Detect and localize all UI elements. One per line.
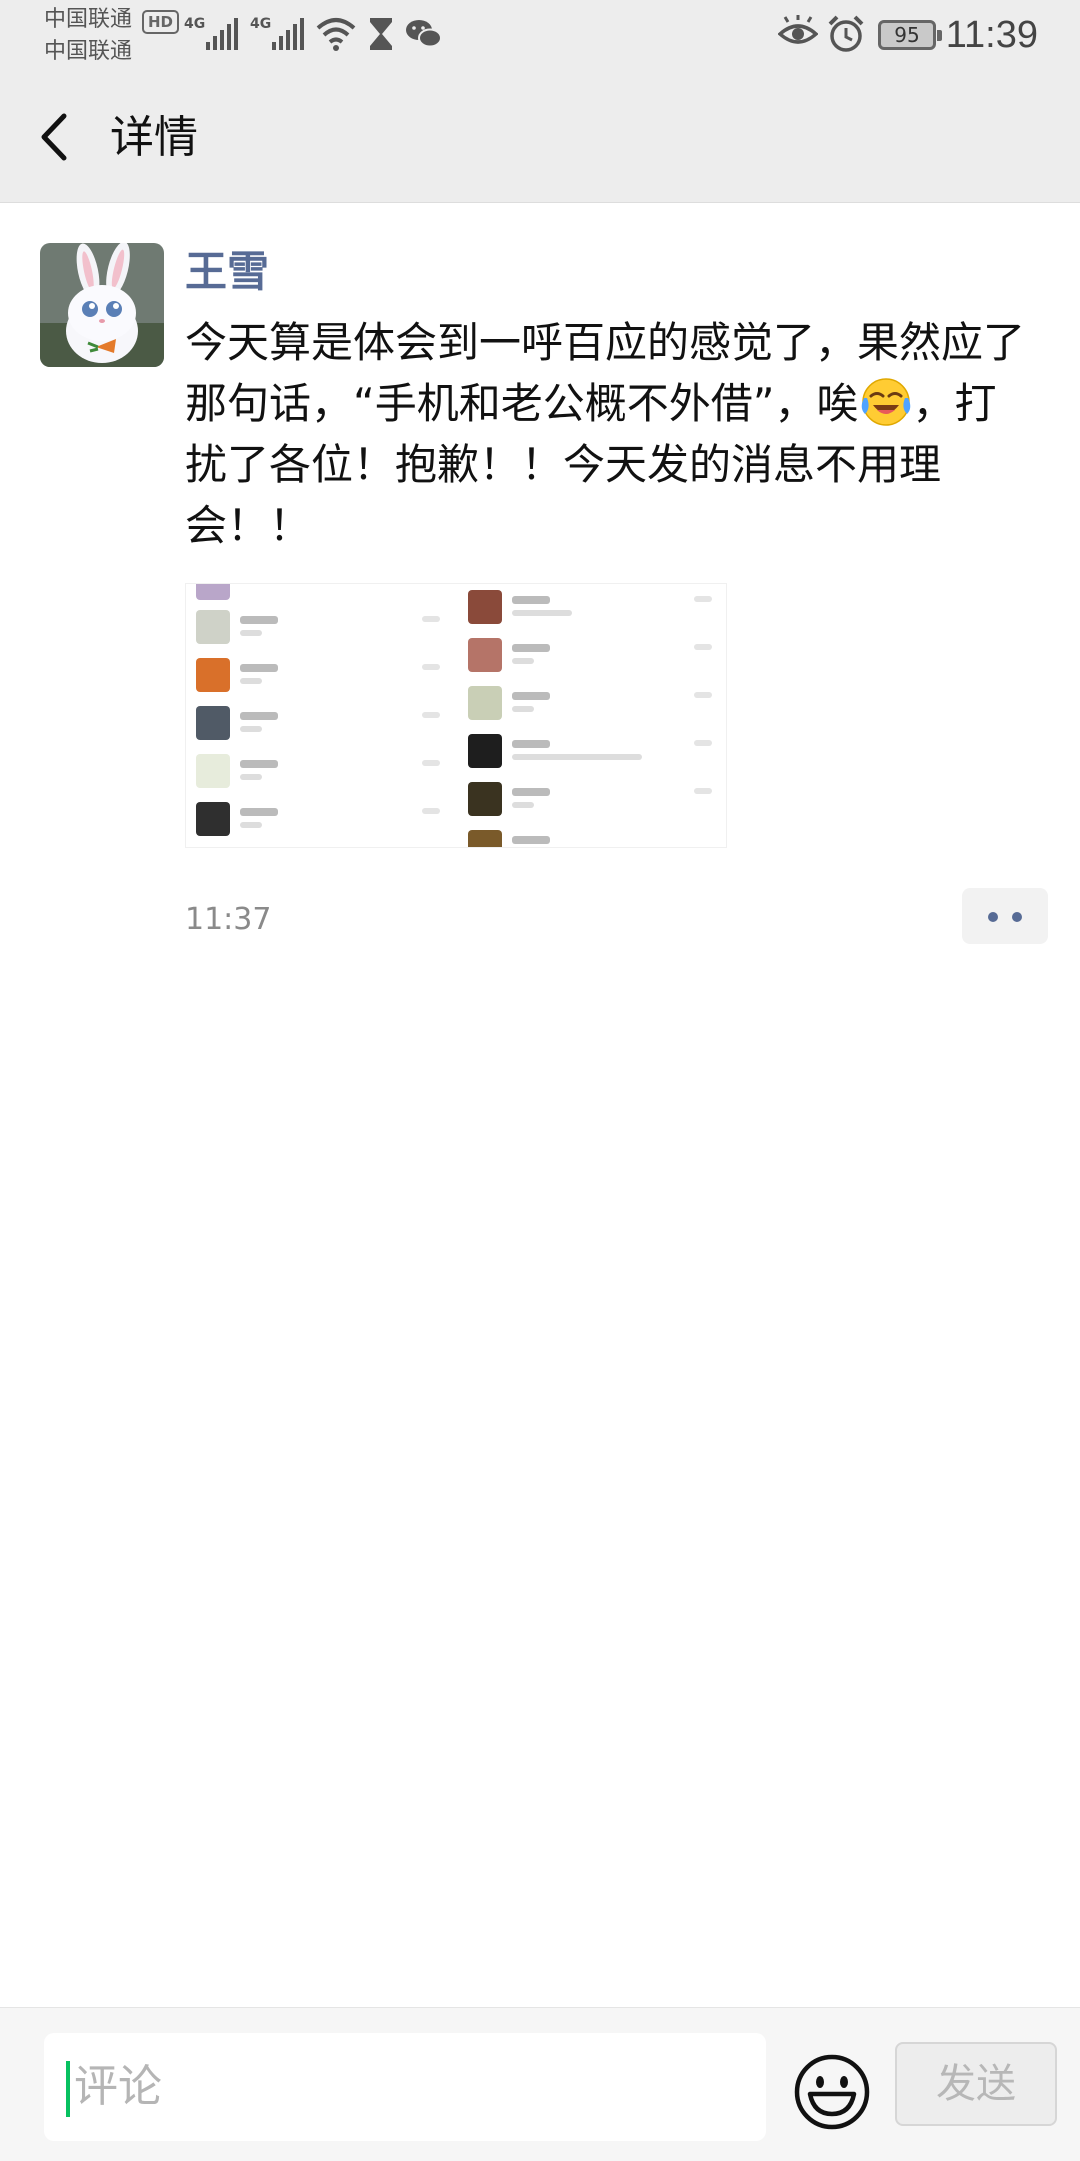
post-image-left-column xyxy=(186,584,454,847)
text-caret xyxy=(66,2061,70,2117)
post-image-right-column xyxy=(458,584,726,847)
post-image[interactable] xyxy=(185,583,727,848)
alarm-icon xyxy=(828,15,864,52)
battery-icon: 95 xyxy=(878,20,942,50)
send-button[interactable]: 发送 xyxy=(895,2042,1057,2126)
wechat-icon xyxy=(406,20,442,48)
hourglass-icon xyxy=(370,18,392,50)
post-text: 今天算是体会到一呼百应的感觉了，果然应了那句话，“手机和老公概不外借”，唉 ，打… xyxy=(185,312,1035,556)
smiley-icon xyxy=(794,2054,870,2130)
eye-icon xyxy=(778,15,818,44)
status-bar: 中国联通 中国联通 HD 4G 4G 95 11:39 xyxy=(0,0,1080,72)
status-time: 11:39 xyxy=(945,14,1038,56)
comment-input[interactable]: 评论 xyxy=(44,2033,766,2141)
wifi-icon xyxy=(316,18,356,51)
carrier-label-2: 中国联通 xyxy=(44,39,133,64)
hd-badge: HD xyxy=(142,10,180,34)
network-type-label: 4G xyxy=(184,16,205,32)
chevron-left-icon xyxy=(41,113,67,161)
emoji-button[interactable] xyxy=(792,2052,872,2132)
network-type-label: 4G xyxy=(250,16,271,32)
author-name[interactable]: 王雪 xyxy=(185,246,269,298)
post-timestamp: 11:37 xyxy=(185,902,272,937)
page-title: 详情 xyxy=(110,112,198,163)
back-button[interactable] xyxy=(20,102,90,172)
signal-icon: 4G xyxy=(184,16,238,50)
carrier-label-1: 中国联通 xyxy=(44,7,133,32)
more-actions-button[interactable] xyxy=(962,888,1048,944)
comment-bar: 评论 发送 xyxy=(0,2007,1080,2161)
crying-laughing-emoji-icon xyxy=(861,378,910,426)
title-bar: 详情 xyxy=(0,72,1080,203)
avatar[interactable] xyxy=(40,243,164,367)
comment-placeholder: 评论 xyxy=(74,2061,162,2112)
signal-icon: 4G xyxy=(250,16,304,50)
